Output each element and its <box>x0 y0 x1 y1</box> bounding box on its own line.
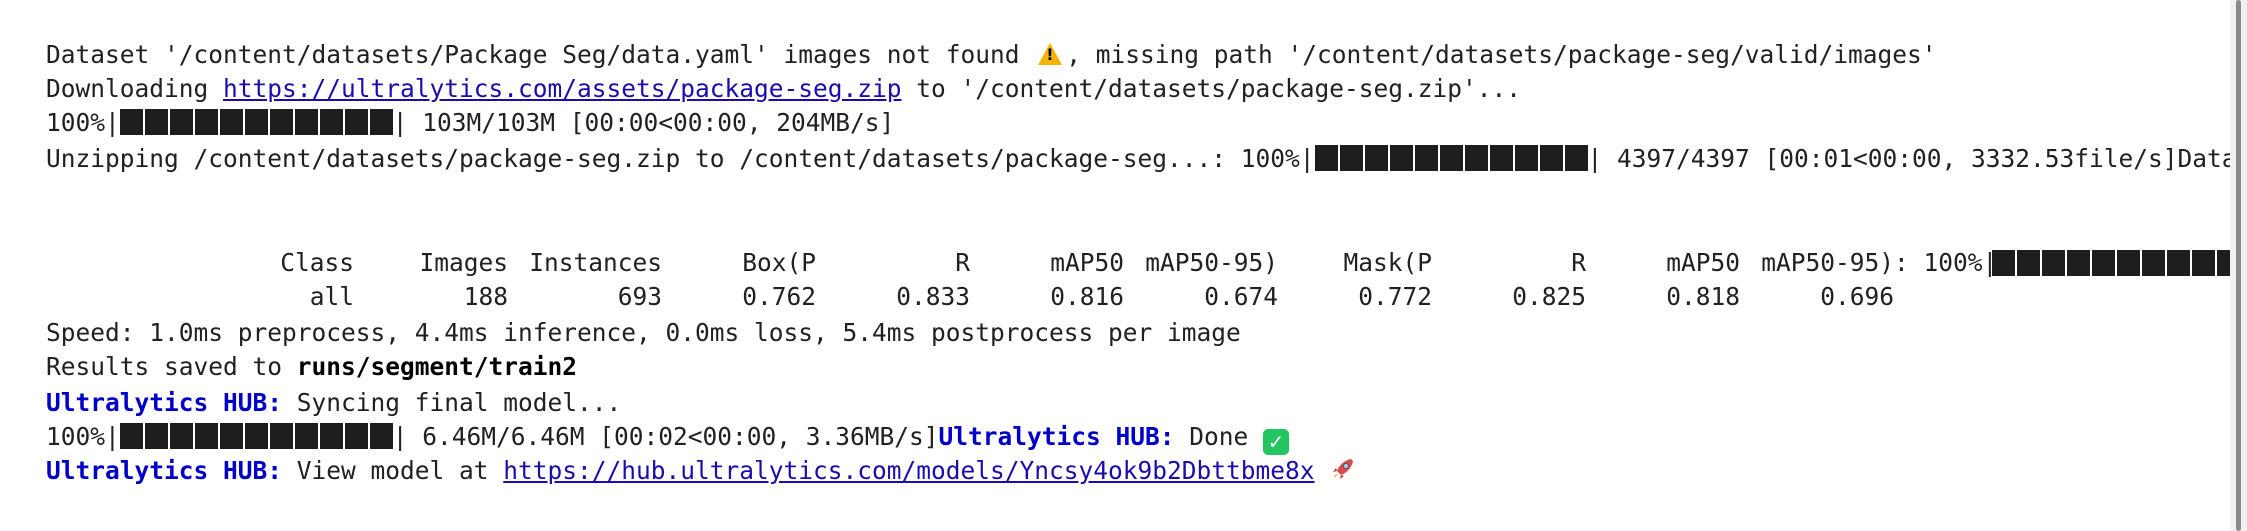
dataset-warning-text-a: Dataset '/content/datasets/Package Seg/d… <box>46 40 1035 69</box>
metrics-value-images: 188 <box>463 282 508 311</box>
metrics-progress-bar <box>1992 250 2230 276</box>
upload-progress-stats: | 6.46M/6.46M [00:02<00:00, 3.36MB/s] <box>392 422 939 451</box>
vertical-scrollbar[interactable] <box>2230 0 2247 531</box>
hub-label: Ultralytics HUB: <box>938 422 1175 451</box>
dataset-warning-line: Dataset '/content/datasets/Package Seg/d… <box>46 38 1937 72</box>
metrics-value-mask-map50-95: 0.696 <box>1820 282 1894 311</box>
metrics-value-box-map50-95: 0.674 <box>1204 282 1278 311</box>
hub-label: Ultralytics HUB: <box>46 456 283 485</box>
download-progress-percent: 100%| <box>46 108 120 137</box>
speed-line: Speed: 1.0ms preprocess, 4.4ms inference… <box>46 318 1241 347</box>
upload-progress-percent: 100%| <box>46 422 120 451</box>
warning-icon <box>1038 43 1063 65</box>
metrics-header-box-p: Box(P <box>742 248 816 277</box>
downloading-line: Downloading https://ultralytics.com/asse… <box>46 72 1521 106</box>
scrollbar-thumb[interactable] <box>2236 0 2241 531</box>
hub-view-model-line: Ultralytics HUB: View model at https://h… <box>46 454 1357 488</box>
download-progress-bar <box>119 109 393 135</box>
metrics-value-class: all <box>309 282 354 311</box>
unzip-progress-bar <box>1314 145 1588 171</box>
hub-syncing-text: Syncing final model... <box>282 388 622 417</box>
hub-syncing-line: Ultralytics HUB: Syncing final model... <box>46 386 621 420</box>
metrics-value-mask-p: 0.772 <box>1358 282 1432 311</box>
metrics-value-mask-map50: 0.818 <box>1666 282 1740 311</box>
downloading-suffix: to '/content/datasets/package-seg.zip'..… <box>901 74 1522 103</box>
downloading-prefix: Downloading <box>46 74 224 103</box>
hub-view-prefix: View model at <box>282 456 504 485</box>
results-saved-line: Results saved to runs/segment/train2 <box>46 350 577 384</box>
metrics-header-mask-r: R <box>1571 248 1586 277</box>
metrics-value-box-r: 0.833 <box>896 282 970 311</box>
download-progress-line: 100%| | 103M/103M [00:00<00:00, 204MB/s] <box>46 106 894 140</box>
metrics-value-box-map50: 0.816 <box>1050 282 1124 311</box>
console-output: Dataset '/content/datasets/Package Seg/d… <box>0 0 2230 531</box>
metrics-header-images: Images <box>419 248 508 277</box>
metrics-header-row: Class Images Instances Box(P R mAP50 mAP… <box>0 246 2230 280</box>
upload-progress-line: 100%| | 6.46M/6.46M [00:02<00:00, 3.36MB/… <box>46 420 1290 455</box>
metrics-value-mask-r: 0.825 <box>1512 282 1586 311</box>
dataset-warning-text-b: , missing path '/content/datasets/packag… <box>1066 40 1937 69</box>
results-prefix: Results saved to <box>46 352 297 381</box>
rocket-icon <box>1329 455 1357 492</box>
download-progress-stats: | 103M/103M [00:00<00:00, 204MB/s] <box>392 108 895 137</box>
metrics-header-mask-map50: mAP50 <box>1666 248 1740 277</box>
download-url-link[interactable]: https://ultralytics.com/assets/package-s… <box>223 74 902 103</box>
metrics-value-instances: 693 <box>617 282 662 311</box>
metrics-header-mask-p: Mask(P <box>1343 248 1432 277</box>
model-url-link[interactable]: https://hub.ultralytics.com/models/Yncsy… <box>503 456 1314 485</box>
check-mark-icon: ✓ <box>1263 429 1290 455</box>
metrics-header-mask-map50-95: mAP50-95) <box>1761 248 1894 277</box>
upload-progress-bar <box>119 423 393 449</box>
hub-done-text: Done <box>1174 422 1264 451</box>
metrics-header-box-r: R <box>955 248 970 277</box>
metrics-value-box-p: 0.762 <box>742 282 816 311</box>
hub-label: Ultralytics HUB: <box>46 388 283 417</box>
metrics-header-class: Class <box>280 248 354 277</box>
unzip-progress-text: Unzipping /content/datasets/package-seg.… <box>46 144 1315 173</box>
metrics-progress-percent: : 100%| <box>1894 248 1998 277</box>
metrics-values-row: all 188 693 0.762 0.833 0.816 0.674 0.77… <box>0 280 2230 314</box>
results-path: runs/segment/train2 <box>296 352 578 381</box>
metrics-header-box-map50: mAP50 <box>1050 248 1124 277</box>
unzip-progress-line: Unzipping /content/datasets/package-seg.… <box>46 142 2230 176</box>
metrics-header-instances: Instances <box>529 248 662 277</box>
metrics-header-box-map50-95: mAP50-95) <box>1145 248 1278 277</box>
unzip-progress-stats: | 4397/4397 [00:01<00:00, 3332.53file/s]… <box>1587 144 2230 173</box>
